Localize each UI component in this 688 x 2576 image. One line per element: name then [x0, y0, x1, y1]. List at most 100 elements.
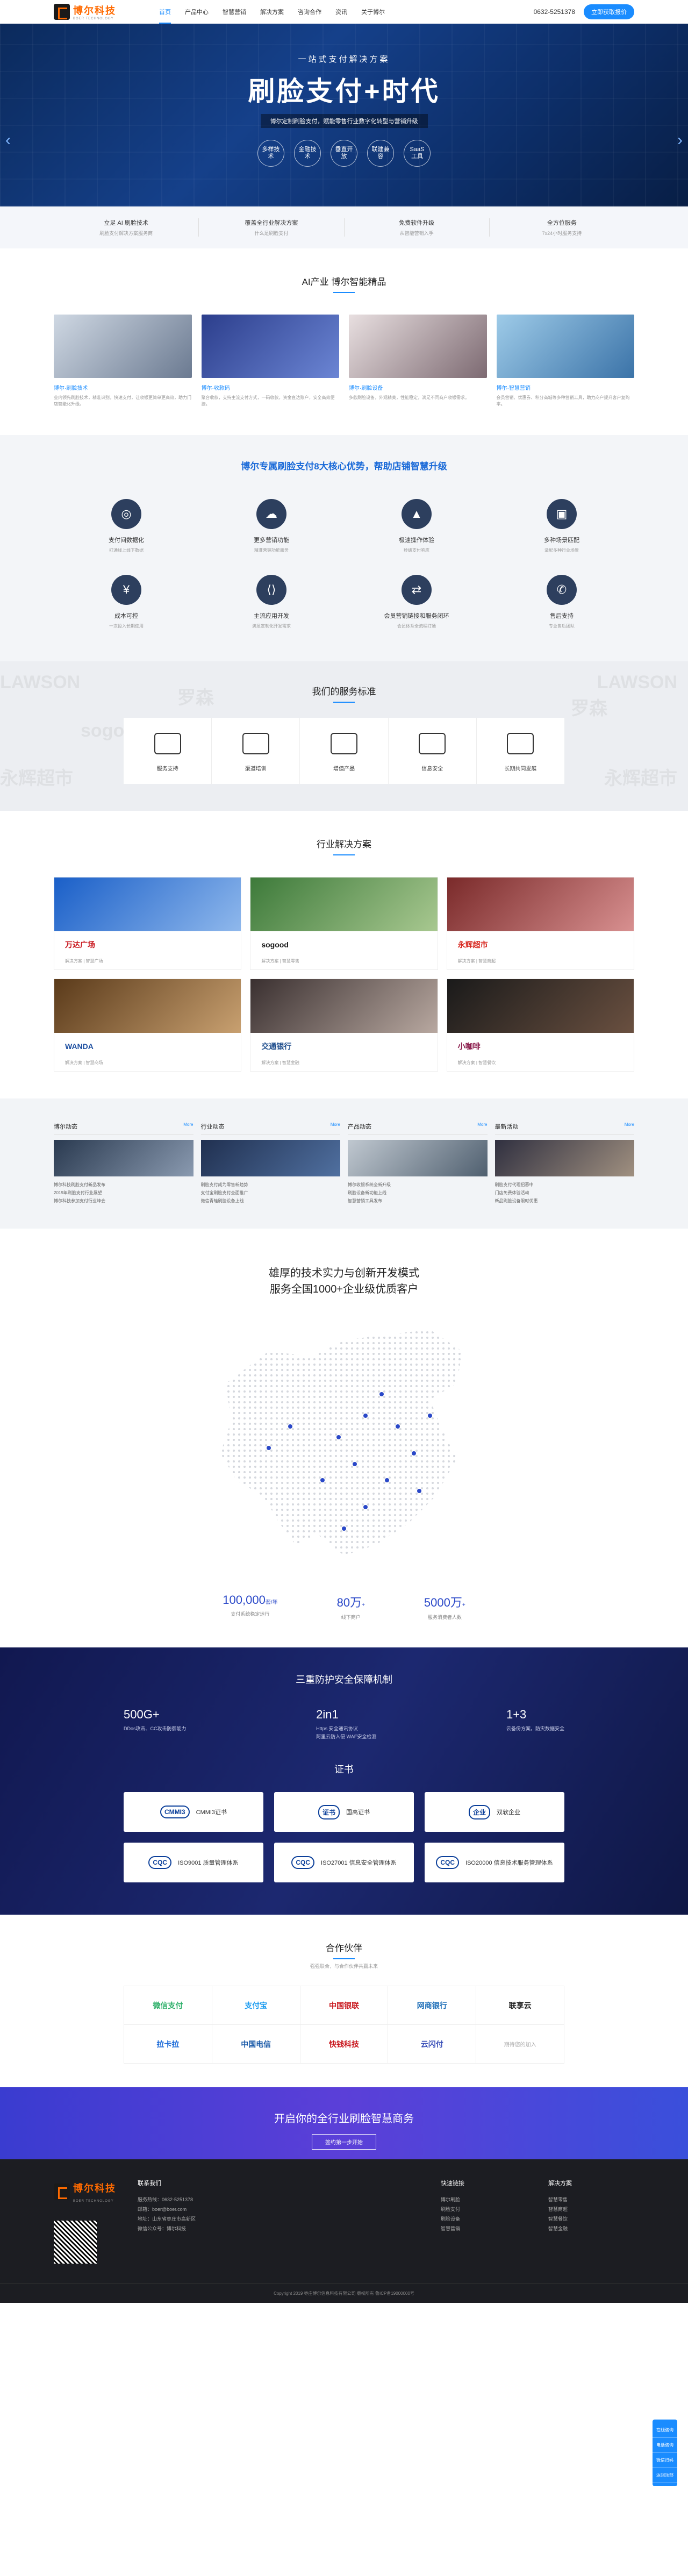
solution-card[interactable]: 交通银行 解决方案 | 智慧金融	[250, 978, 438, 1072]
float-phone-button[interactable]: 电话咨询	[653, 2438, 677, 2453]
product-desc: 业内领先刷脸技术，精准识别，快速支付，让收银更简单更高效，助力门店智能化升级。	[54, 395, 191, 407]
footer-link[interactable]: 智慧餐饮	[548, 2214, 634, 2224]
news-item[interactable]: 博尔科技刷脸支付新品发布	[54, 1181, 194, 1189]
more-link[interactable]: More	[183, 1122, 193, 1131]
nav-about[interactable]: 关于博尔	[361, 8, 385, 16]
news-item[interactable]: 博尔科技参加支付行业峰会	[54, 1197, 194, 1205]
more-link[interactable]: More	[331, 1122, 340, 1131]
product-card[interactable]: 博尔·刷脸设备 多款刷脸设备，外观精美，性能稳定，满足不同商户收银需求。	[349, 315, 487, 408]
stat-item: 5000万+ 服务消费者人数	[424, 1593, 465, 1621]
advantage-item: ☁ 更多营销功能 精准营销功能服务	[199, 498, 344, 553]
service-label: 渠道培训	[245, 766, 267, 772]
stat-value: 80万	[336, 1596, 362, 1610]
news-image[interactable]	[200, 1139, 340, 1176]
product-card[interactable]: 博尔·智慧营销 会员营销、优惠券、积分商城等多种营销工具，助力商户提升客户复购率…	[496, 315, 634, 408]
site-footer: 博尔科技 BOER TECHNOLOGY 联系我们 服务热线：0632-52513…	[0, 2159, 688, 2303]
security-section: 三重防护安全保障机制 500G+ DDos攻击、CC攻击防御能力 2in1 Http…	[0, 1647, 688, 1915]
news-item[interactable]: 2019年刷脸支付行业展望	[54, 1189, 194, 1197]
news-image[interactable]	[348, 1139, 488, 1176]
advantage-title: 多种场景匹配	[544, 537, 579, 544]
cloud-icon: ☁	[256, 498, 286, 529]
logo-mark-icon	[54, 4, 70, 20]
footer-link[interactable]: 刷脸设备	[441, 2214, 527, 2224]
product-desc: 会员营销、优惠券、积分商城等多种营销工具，助力商户提升客户复购率。	[496, 395, 630, 407]
footer-link[interactable]: 智慧金融	[548, 2224, 634, 2234]
news-column-title: 博尔动态	[54, 1123, 77, 1130]
news-item[interactable]: 支付宝刷脸支付全面推广	[201, 1189, 341, 1197]
stat-label: 线下商户	[341, 1615, 361, 1621]
stat-unit: 套/年	[265, 1600, 278, 1606]
news-item[interactable]: 刷脸支付代理招募中	[495, 1181, 635, 1189]
news-item[interactable]: 门店免费体验活动	[495, 1189, 635, 1197]
nav-solutions[interactable]: 解决方案	[260, 8, 284, 16]
certificate-name: ISO27001 信息安全管理体系	[321, 1860, 397, 1867]
product-card[interactable]: 博尔·收款码 聚合收款，支持主流支付方式，一码收款，资金直达账户，安全高效便捷。	[201, 315, 339, 408]
banner-tag: 垂直开放	[331, 140, 357, 167]
float-consult-button[interactable]: 在线咨询	[653, 2423, 677, 2438]
solution-card[interactable]: WANDA 解决方案 | 智慧商场	[54, 978, 242, 1072]
solution-card[interactable]: 永辉超市 解决方案 | 智慧商超	[446, 876, 634, 970]
advantage-title: 成本可控	[114, 612, 138, 619]
certificate-card: CQC ISO27001 信息安全管理体系	[274, 1843, 414, 1883]
strip-item: 全方位服务 7x24小时服务支持	[490, 218, 634, 237]
advantage-title: 更多营销功能	[254, 537, 289, 544]
footer-link[interactable]: 博尔刷脸	[441, 2195, 527, 2204]
advantage-item: ⇄ 会员营销链接和服务闭环 会员体系全流程打通	[344, 574, 489, 629]
news-item[interactable]: 博尔收银系统全新升级	[348, 1181, 488, 1189]
cta-button[interactable]: 签约第一步开始	[312, 2134, 376, 2150]
nav-cooperation[interactable]: 咨询合作	[298, 8, 321, 16]
coverage-title: 雄厚的技术实力与创新开发模式 服务全国1000+企业级优质客户	[0, 1265, 688, 1297]
feature-strip: 立足 AI 刷脸技术 刷脸支付解决方案服务商 覆盖全行业解决方案 什么是刷脸支付 免…	[0, 206, 688, 248]
nav-home[interactable]: 首页	[159, 8, 171, 24]
advantage-title: 极速操作体验	[399, 537, 434, 544]
news-item[interactable]: 智慧营销工具发布	[348, 1197, 488, 1205]
news-column: 博尔动态 More 博尔科技刷脸支付新品发布 2019年刷脸支付行业展望 博尔科技参加…	[54, 1122, 194, 1205]
solution-card[interactable]: 万达广场 解决方案 | 智慧广场	[54, 876, 242, 970]
news-image[interactable]	[494, 1139, 634, 1176]
news-item[interactable]: 刷脸支付成为零售新趋势	[201, 1181, 341, 1189]
security-title: 三重防护安全保障机制	[296, 1674, 392, 1686]
footer-link[interactable]: 刷脸支付	[441, 2204, 527, 2214]
coin-icon: ¥	[111, 574, 141, 605]
brand-logo[interactable]: 博尔科技 BOER TECHNOLOGY	[54, 3, 116, 20]
footer-link[interactable]: 智慧零售	[548, 2195, 634, 2204]
solution-card[interactable]: sogood 解决方案 | 智慧零售	[250, 876, 438, 970]
more-link[interactable]: More	[477, 1122, 487, 1131]
footer-heading: 快速链接	[441, 2180, 464, 2187]
news-item[interactable]: 刷脸设备新功能上线	[348, 1189, 488, 1197]
stat-value: 5000万	[424, 1596, 462, 1610]
footer-link[interactable]: 智慧商超	[548, 2204, 634, 2214]
cqc-logo: CQC	[148, 1856, 172, 1869]
news-column-title: 最新活动	[494, 1123, 519, 1130]
growth-icon	[331, 732, 357, 754]
back-to-top-button[interactable]: 返回顶部	[653, 2468, 677, 2483]
get-quote-button[interactable]: 立即获取报价	[584, 4, 634, 19]
advantage-title: 售后支持	[550, 612, 574, 619]
code-icon: ⟨⟩	[256, 574, 286, 605]
advantage-sub: 专业售后团队	[549, 623, 575, 629]
support-icon: ✆	[547, 574, 577, 605]
footer-heading: 解决方案	[548, 2180, 572, 2187]
strip-title: 全方位服务	[547, 220, 577, 226]
advantage-sub: 精准营销功能服务	[254, 547, 289, 553]
solution-card[interactable]: 小咖啡 解决方案 | 智慧餐饮	[446, 978, 634, 1072]
news-item[interactable]: 微信青蛙刷脸设备上线	[201, 1197, 341, 1205]
certificate-name: ISO20000 信息技术服务管理体系	[465, 1860, 553, 1867]
partner-logo: 联享云	[476, 1986, 564, 2025]
footer-link[interactable]: 智慧营销	[441, 2224, 527, 2234]
advantage-sub: 满足定制化开发需求	[252, 623, 291, 629]
banner-subtitle: 一站式支付解决方案	[298, 55, 390, 64]
footer-logo[interactable]: 博尔科技 BOER TECHNOLOGY	[54, 2179, 116, 2204]
news-image[interactable]	[54, 1139, 194, 1176]
strip-title: 覆盖全行业解决方案	[245, 220, 298, 226]
float-wechat-button[interactable]: 微信扫码	[653, 2453, 677, 2468]
advantage-sub: 打通线上线下数据	[109, 547, 144, 553]
product-card[interactable]: 博尔·刷脸技术 业内领先刷脸技术，精准识别，快速支付，让收银更简单更高效，助力门…	[54, 315, 192, 408]
nav-marketing[interactable]: 智慧营销	[223, 8, 246, 16]
news-item[interactable]: 新品刷脸设备限时优惠	[495, 1197, 635, 1205]
banner-title: 刷脸支付+时代	[248, 76, 440, 106]
brand-name: 博尔科技	[73, 2183, 116, 2194]
nav-products[interactable]: 产品中心	[185, 8, 209, 16]
nav-news[interactable]: 资讯	[335, 8, 347, 16]
more-link[interactable]: More	[625, 1122, 634, 1131]
